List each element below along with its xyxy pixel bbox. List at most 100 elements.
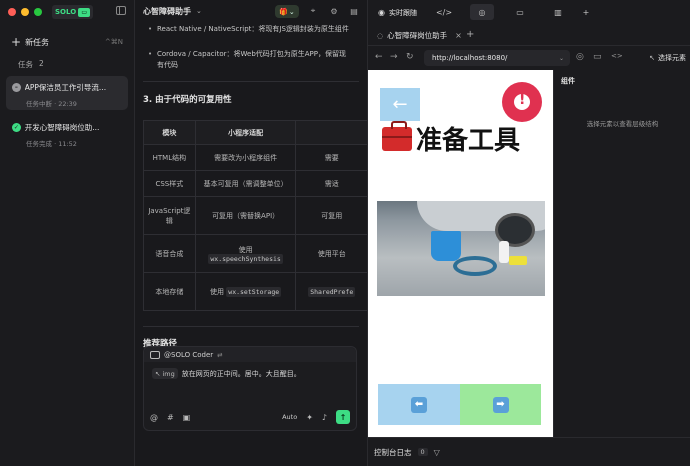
browser-panel: ◉ 实时跟随 </> ◎ ▭ ▥ + ◌ 心智障碍岗位助手 × + ← → ↻ … <box>368 0 690 466</box>
task-item[interactable]: – APP保洁员工作引导流... 任务中断 · 22:39 <box>6 76 128 110</box>
table-cell: JavaScript逻辑 <box>143 196 196 235</box>
components-panel: 组件 选择元素以查看层级结构 <box>555 70 690 437</box>
minimize-window-button[interactable] <box>21 8 29 16</box>
toolbox-icon <box>382 120 412 151</box>
live-follow-button[interactable]: ◉ 实时跟随 <box>372 4 423 21</box>
arrow-left-icon: ← <box>392 93 408 115</box>
coder-input-box: @SOLO Coder ⇄ ↖ img 放在网页的正中间。居中。大且醒目。 @ #… <box>143 346 357 431</box>
page-tab[interactable]: ◌ 心智障碍岗位助手 × <box>372 27 467 44</box>
sidebar-toggle-icon[interactable] <box>116 6 126 15</box>
select-element-button[interactable]: ↖ 选择元素 <box>649 50 686 66</box>
swap-icon[interactable]: ⇄ <box>217 351 222 359</box>
at-icon[interactable]: @ <box>150 413 158 422</box>
new-task-label: 新任务 <box>25 37 50 47</box>
image-icon[interactable]: ▣ <box>183 413 191 422</box>
inspect-icon[interactable]: ◎ <box>576 52 584 62</box>
console-label: 控制台日志 <box>374 447 412 457</box>
new-task-button[interactable]: + 新任务 ^⌘N <box>6 32 128 52</box>
bucket-shape <box>431 231 461 261</box>
gift-button[interactable]: 🎁 ⌄ <box>275 5 299 18</box>
terminal-tab[interactable]: ▭ <box>508 4 532 20</box>
page-tab-label: 心智障碍岗位助手 <box>387 31 448 40</box>
filter-icon[interactable]: ▽ <box>434 448 440 457</box>
table-cell: 使用平台 <box>295 234 367 273</box>
gear-icon[interactable]: ⚙ <box>328 5 340 17</box>
bottle-shape <box>499 241 509 263</box>
panel-icon[interactable]: ▤ <box>348 5 360 17</box>
table-cell: 可复用 <box>295 196 367 235</box>
table-header <box>295 120 367 145</box>
alert-button[interactable] <box>502 82 542 122</box>
console-bar[interactable]: 控制台日志 0 ▽ <box>368 437 690 466</box>
task-sidebar: SOLO ▭ + 新任务 ^⌘N 任务 2 – APP保洁员工作引导流... 任… <box>0 0 135 466</box>
compat-table: 模块 小程序适配 HTML结构 需要改为小程序组件 需要 CSS样式 基本可复用… <box>143 120 367 311</box>
back-button[interactable]: ← <box>380 88 420 121</box>
address-bar: ← → ↻ http://localhost:8080/ ⌄ ◎ ▭ <> ↖ … <box>368 46 690 70</box>
task-item[interactable]: ✓ 开发心智障碍岗位助... 任务完成 · 11:52 <box>6 116 128 150</box>
chip-label: img <box>162 369 175 378</box>
url-input[interactable]: http://localhost:8080/ ⌄ <box>424 50 570 66</box>
app-window: SOLO ▭ + 新任务 ^⌘N 任务 2 – APP保洁员工作引导流... 任… <box>0 0 690 466</box>
prompt-input[interactable]: ↖ img 放在网页的正中间。居中。大且醒目。 <box>144 362 356 385</box>
bullet-item: Cordova / Capacitor：将Web代码打包为原生APP，保留现有代… <box>148 49 352 71</box>
chevron-down-icon[interactable]: ⌄ <box>196 7 202 15</box>
task-title: APP保洁员工作引导流... <box>24 83 107 92</box>
forward-icon[interactable]: → <box>390 52 398 62</box>
coder-footer: @ # ▣ Auto ✦ ♪ ↑ <box>150 410 350 424</box>
model-select[interactable]: Auto <box>282 413 297 421</box>
solo-brand: SOLO ▭ <box>52 5 94 19</box>
table-header: 小程序适配 <box>194 120 297 145</box>
live-label: 实时跟随 <box>388 8 417 17</box>
table-cell: 需要改为小程序组件 <box>194 144 297 171</box>
new-tab-button[interactable]: + <box>466 29 474 40</box>
docs-tab[interactable]: ▥ <box>546 4 570 20</box>
device-icon[interactable]: ▭ <box>593 52 602 62</box>
code-span: SharedPrefe <box>308 286 356 297</box>
pointer-icon: ↖ <box>155 369 161 378</box>
chevron-down-icon: ⌄ <box>288 7 295 16</box>
next-button[interactable]: ➡ <box>460 384 541 425</box>
back-icon[interactable]: ← <box>375 52 383 62</box>
section-heading: 3. 由于代码的可复用性 <box>143 95 232 105</box>
add-panel-button[interactable]: + <box>574 4 598 20</box>
divider <box>143 326 359 327</box>
reload-icon[interactable]: ↻ <box>406 52 414 62</box>
mic-icon[interactable]: ♪ <box>322 413 327 422</box>
close-icon[interactable]: × <box>455 31 462 40</box>
components-hint: 选择元素以查看层级结构 <box>586 120 659 128</box>
table-cell: 需适 <box>295 170 367 197</box>
page-viewport: ← 准备工具 ⬅ ➡ <box>368 70 554 437</box>
table-cell: 可复用（需替换API） <box>194 196 297 235</box>
browser-tab[interactable]: ◎ <box>470 4 494 20</box>
chevron-down-icon: ⌄ <box>558 54 564 62</box>
browser-toolbar: ◉ 实时跟随 </> ◎ ▭ ▥ + <box>368 0 690 25</box>
table-cell: HTML结构 <box>143 144 196 171</box>
components-label: 组件 <box>561 77 575 85</box>
image-chip[interactable]: ↖ img <box>152 368 178 379</box>
task-title: 开发心智障碍岗位助... <box>24 123 100 132</box>
exclamation-icon <box>514 92 530 110</box>
table-header: 模块 <box>143 120 196 145</box>
code-icon[interactable]: <> <box>611 52 623 60</box>
sparkle-icon[interactable]: ✦ <box>306 413 313 422</box>
table-row: 语音合成 使用 wx.speechSynthesis 使用平台 <box>143 234 367 273</box>
code-tab[interactable]: </> <box>432 4 456 20</box>
table-row: JavaScript逻辑 可复用（需替换API） 可复用 <box>143 196 367 235</box>
pointer-icon: ↖ <box>649 54 655 62</box>
sponge-shape <box>509 256 527 265</box>
brand-text: SOLO <box>55 8 77 16</box>
hose-shape <box>453 256 497 276</box>
send-button[interactable]: ↑ <box>336 410 350 424</box>
chat-document-panel: 心智障碍助手 ⌄ 🎁⌄ ⌖ ⚙ ▤ React Native / NativeS… <box>135 0 368 466</box>
arrow-up-icon: ↑ <box>339 412 347 422</box>
table-cell: 基本可复用（需调整单位） <box>194 170 297 197</box>
table-cell: 本地存储 <box>143 272 196 311</box>
hash-icon[interactable]: # <box>167 413 174 422</box>
plus-icon: + <box>11 35 22 49</box>
magic-icon[interactable]: ⌖ <box>307 5 319 17</box>
zoom-window-button[interactable] <box>34 8 42 16</box>
table-cell: 需要 <box>295 144 367 171</box>
close-window-button[interactable] <box>8 8 16 16</box>
tasks-header: 任务 2 <box>18 59 44 70</box>
prev-button[interactable]: ⬅ <box>378 384 460 425</box>
